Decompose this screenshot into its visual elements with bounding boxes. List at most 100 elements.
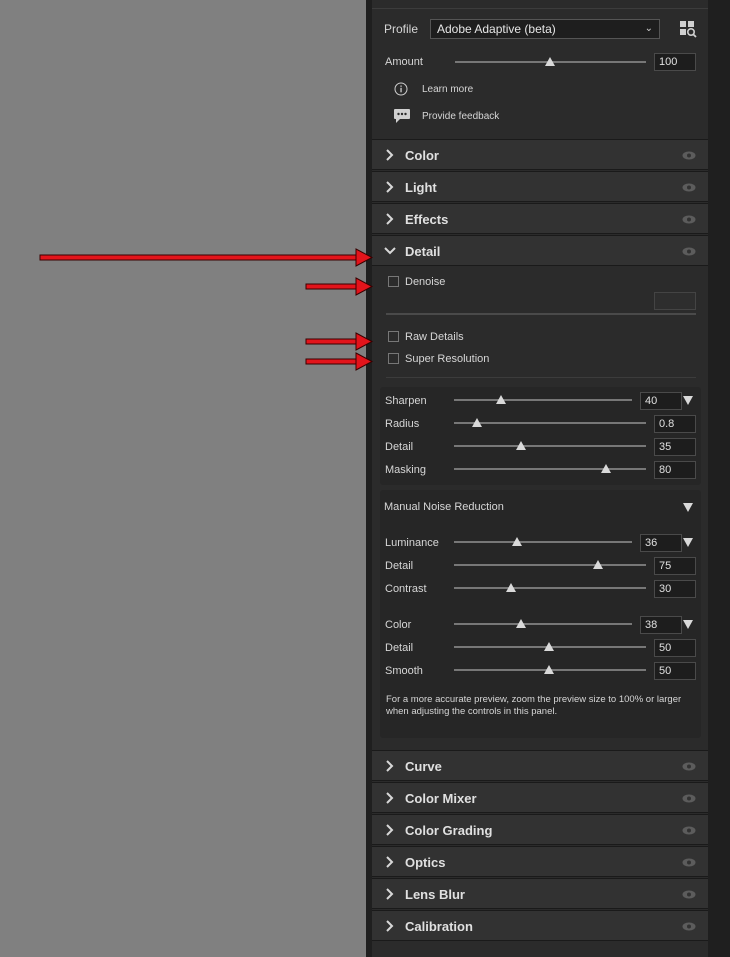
- eye-icon[interactable]: [682, 858, 696, 867]
- chevron-right-icon: [386, 920, 394, 932]
- radius-slider-thumb[interactable]: [472, 418, 482, 427]
- noise-reduction-panel: Manual Noise Reduction Luminance 36 Deta…: [380, 490, 701, 738]
- masking-slider-track[interactable]: [454, 468, 646, 470]
- section-color[interactable]: Color: [372, 139, 708, 170]
- luminance-slider-thumb[interactable]: [512, 537, 522, 546]
- sharpen-detail-value-field[interactable]: 35: [654, 438, 696, 456]
- luminance-detail-value-field[interactable]: 75: [654, 557, 696, 575]
- sharpen-label: Sharpen: [385, 395, 427, 407]
- provide-feedback-link[interactable]: Provide feedback: [422, 111, 499, 122]
- noise-reduction-title: Manual Noise Reduction: [384, 501, 504, 513]
- color-detail-slider-thumb[interactable]: [544, 642, 554, 651]
- sharpen-value-field[interactable]: 40: [640, 392, 682, 410]
- section-title: Color Mixer: [405, 791, 477, 806]
- smooth-value-field[interactable]: 50: [654, 662, 696, 680]
- section-light[interactable]: Light: [372, 171, 708, 202]
- luminance-expand-icon[interactable]: [683, 538, 693, 547]
- edit-panel: Profile Adobe Adaptive (beta) ⌄ Amount 1…: [372, 0, 708, 957]
- sharpen-slider-thumb[interactable]: [496, 395, 506, 404]
- luminance-detail-slider-thumb[interactable]: [593, 560, 603, 569]
- section-color-grading[interactable]: Color Grading: [372, 814, 708, 845]
- preview-hint-text: For a more accurate preview, zoom the pr…: [386, 694, 682, 717]
- luminance-detail-slider-track[interactable]: [454, 564, 646, 566]
- radius-slider-track[interactable]: [454, 422, 646, 424]
- radius-label: Radius: [385, 418, 420, 430]
- eye-icon[interactable]: [682, 826, 696, 835]
- chevron-right-icon: [386, 181, 394, 193]
- chevron-right-icon: [386, 760, 394, 772]
- profile-browser-icon[interactable]: [679, 20, 697, 38]
- annotation-arrow-raw-details: [305, 332, 374, 351]
- eye-icon[interactable]: [682, 183, 696, 192]
- chevron-right-icon: [386, 856, 394, 868]
- section-optics[interactable]: Optics: [372, 846, 708, 877]
- luminance-value-field[interactable]: 36: [640, 534, 682, 552]
- super-resolution-label: Super Resolution: [405, 353, 490, 365]
- annotation-arrow-super-resolution: [305, 352, 374, 371]
- contrast-slider-track[interactable]: [454, 587, 646, 589]
- color-detail-value-field[interactable]: 50: [654, 639, 696, 657]
- amount-slider-thumb[interactable]: [545, 57, 555, 66]
- eye-icon[interactable]: [682, 151, 696, 160]
- luminance-slider-track[interactable]: [454, 541, 632, 543]
- section-color-mixer[interactable]: Color Mixer: [372, 782, 708, 813]
- eye-icon[interactable]: [682, 890, 696, 899]
- denoise-label: Denoise: [405, 276, 446, 288]
- color-noise-expand-icon[interactable]: [683, 620, 693, 629]
- annotation-arrow-detail: [39, 248, 374, 267]
- sharpen-detail-label: Detail: [385, 441, 414, 453]
- denoise-checkbox[interactable]: [388, 276, 399, 287]
- section-curve[interactable]: Curve: [372, 750, 708, 781]
- eye-icon[interactable]: [682, 794, 696, 803]
- section-detail[interactable]: Detail: [372, 235, 708, 266]
- contrast-slider-thumb[interactable]: [506, 583, 516, 592]
- luminance-detail-label: Detail: [385, 560, 414, 572]
- profile-select[interactable]: Adobe Adaptive (beta) ⌄: [430, 19, 660, 39]
- eye-icon[interactable]: [682, 762, 696, 771]
- contrast-value-field[interactable]: 30: [654, 580, 696, 598]
- section-effects[interactable]: Effects: [372, 203, 708, 234]
- section-title: Calibration: [405, 919, 473, 934]
- section-title: Optics: [405, 855, 446, 870]
- section-title: Lens Blur: [405, 887, 465, 902]
- denoise-divider: [386, 313, 696, 315]
- chevron-down-icon: [384, 247, 396, 255]
- section-lens-blur[interactable]: Lens Blur: [372, 878, 708, 909]
- radius-value-field[interactable]: 0.8: [654, 415, 696, 433]
- color-noise-label: Color: [385, 619, 412, 631]
- profile-label: Profile: [384, 22, 419, 36]
- panel-right-scroll-area[interactable]: [708, 0, 730, 957]
- eye-icon[interactable]: [682, 247, 696, 256]
- enhance-divider: [386, 377, 696, 378]
- info-icon: [394, 82, 408, 96]
- masking-slider-thumb[interactable]: [601, 464, 611, 473]
- sharpen-slider-track[interactable]: [454, 399, 632, 401]
- masking-value-field[interactable]: 80: [654, 461, 696, 479]
- profile-select-value: Adobe Adaptive (beta): [437, 22, 556, 36]
- section-title: Effects: [405, 212, 449, 227]
- chevron-right-icon: [386, 888, 394, 900]
- amount-value-field[interactable]: 100: [654, 53, 696, 71]
- color-noise-slider-track[interactable]: [454, 623, 632, 625]
- chevron-down-icon: ⌄: [644, 23, 653, 34]
- luminance-label: Luminance: [385, 537, 439, 549]
- smooth-slider-thumb[interactable]: [544, 665, 554, 674]
- super-resolution-checkbox[interactable]: [388, 353, 399, 364]
- learn-more-link[interactable]: Learn more: [422, 84, 473, 95]
- section-title: Detail: [405, 244, 441, 259]
- section-title: Light: [405, 180, 437, 195]
- raw-details-checkbox[interactable]: [388, 331, 399, 342]
- panel-top-strip: [372, 0, 708, 9]
- noise-reduction-collapse-icon[interactable]: [683, 503, 693, 512]
- color-noise-slider-thumb[interactable]: [516, 619, 526, 628]
- amount-label: Amount: [385, 56, 423, 68]
- sharpen-expand-icon[interactable]: [683, 396, 693, 405]
- eye-icon[interactable]: [682, 922, 696, 931]
- sharpen-detail-slider-track[interactable]: [454, 445, 646, 447]
- eye-icon[interactable]: [682, 215, 696, 224]
- section-calibration[interactable]: Calibration: [372, 910, 708, 941]
- color-noise-value-field[interactable]: 38: [640, 616, 682, 634]
- canvas-background: [0, 0, 366, 957]
- sharpen-detail-slider-thumb[interactable]: [516, 441, 526, 450]
- chevron-right-icon: [386, 792, 394, 804]
